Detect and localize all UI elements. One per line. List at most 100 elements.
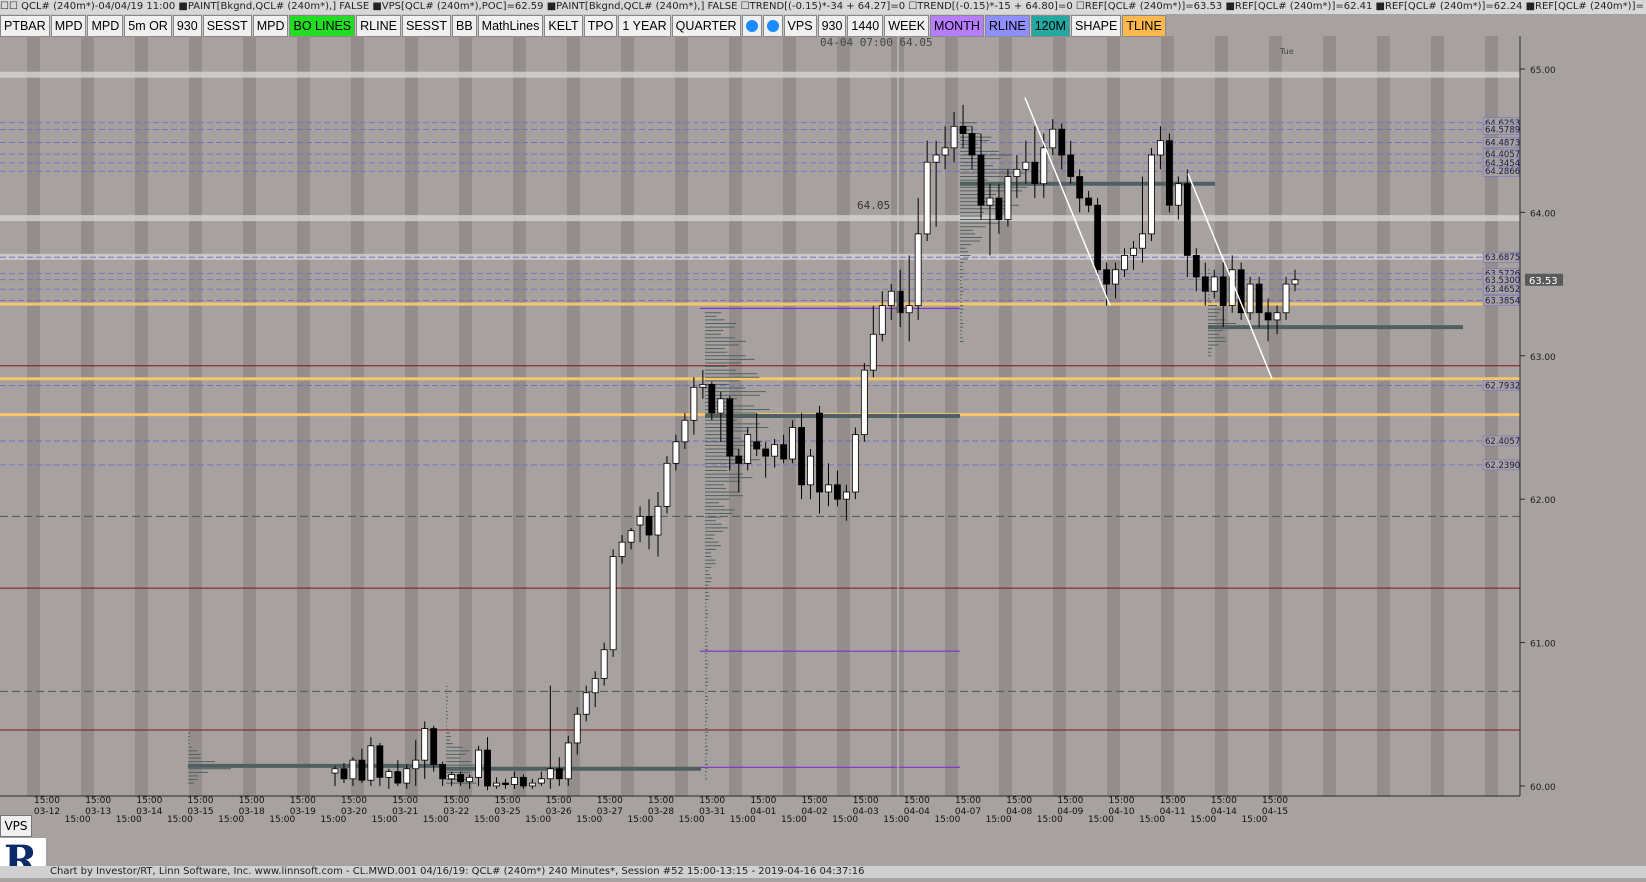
toolbar-button-mpd[interactable]: MPD bbox=[87, 15, 124, 37]
vps-button[interactable]: VPS bbox=[0, 815, 32, 837]
candle-body bbox=[923, 161, 931, 235]
mid-session-time-label: 15:00 bbox=[269, 815, 295, 825]
candle-body bbox=[1273, 312, 1281, 321]
candle-body bbox=[986, 197, 994, 206]
session-time-label: 15:00 bbox=[290, 796, 316, 806]
ref-level-label: 63.6875 bbox=[1485, 253, 1520, 263]
candle-body bbox=[582, 692, 590, 715]
candle-body bbox=[1031, 161, 1039, 185]
candle-body bbox=[331, 768, 339, 774]
candle-body bbox=[367, 745, 375, 781]
toolbar-button-120m[interactable]: 120M bbox=[1030, 15, 1070, 37]
candle-body bbox=[618, 541, 626, 557]
crosshair-readout: 04-04 07:00 64.05 bbox=[820, 36, 933, 49]
toolbar-button-shape[interactable]: SHAPE bbox=[1070, 15, 1122, 37]
candle-body bbox=[1085, 197, 1093, 206]
toolbar-button-930[interactable]: 930 bbox=[172, 15, 202, 37]
candle-body bbox=[708, 384, 716, 414]
toolbar-button-5m-or[interactable]: 5m OR bbox=[124, 15, 172, 37]
toolbar-button-mathlines[interactable]: MathLines bbox=[477, 15, 544, 37]
toolbar-button-tpo[interactable]: TPO bbox=[583, 15, 618, 37]
toolbar-button-tline[interactable]: TLINE bbox=[1122, 15, 1166, 37]
candle-body bbox=[860, 369, 868, 436]
candle-body bbox=[1192, 254, 1200, 278]
candle-body bbox=[959, 125, 967, 134]
mid-session-time-label: 15:00 bbox=[525, 815, 551, 825]
candle-body bbox=[1076, 176, 1084, 199]
toolbar-button-rline[interactable]: RLINE bbox=[984, 15, 1030, 37]
session-time-label: 15:00 bbox=[495, 796, 521, 806]
candle-body bbox=[627, 530, 635, 543]
price-tick-label: 60.00 bbox=[1530, 783, 1556, 793]
toolbar-button-1440[interactable]: 1440 bbox=[847, 15, 884, 37]
candle-body bbox=[1058, 128, 1066, 156]
candle-body bbox=[448, 774, 456, 780]
candle-body bbox=[663, 462, 671, 507]
candle-body bbox=[905, 305, 913, 314]
candle-body bbox=[681, 419, 689, 443]
candle-body bbox=[555, 768, 563, 780]
toolbar-button-1-year[interactable]: 1 YEAR bbox=[618, 15, 671, 37]
candle-body bbox=[1130, 247, 1137, 256]
candle-body bbox=[645, 515, 653, 536]
ref-level-label: 62.2390 bbox=[1485, 461, 1520, 471]
toolbar-button-sesst[interactable]: SESST bbox=[202, 15, 252, 37]
candle-body bbox=[789, 427, 796, 460]
range-band bbox=[0, 71, 1520, 78]
toolbar-button-month[interactable]: MONTH bbox=[930, 15, 984, 37]
toolbar-button-930[interactable]: 930 bbox=[817, 15, 847, 37]
session-time-label: 15:00 bbox=[239, 796, 265, 806]
drop-icon[interactable] bbox=[741, 15, 762, 37]
toolbar-button-kelt[interactable]: KELT bbox=[544, 15, 583, 37]
price-tick-label: 63.00 bbox=[1530, 353, 1556, 363]
toolbar-button-sesst[interactable]: SESST bbox=[401, 15, 451, 37]
price-chart[interactable]: 04-04 07:00 64.05 64.05 65.00 64.00 63.00 62.… bbox=[0, 36, 1646, 866]
candle-body bbox=[537, 778, 545, 784]
mid-session-time-label: 15:00 bbox=[65, 815, 91, 825]
candle-body bbox=[1148, 154, 1155, 235]
session-time-label: 15:00 bbox=[699, 796, 725, 806]
candle-body bbox=[528, 782, 536, 787]
candle-body bbox=[1165, 140, 1173, 206]
session-time-label: 15:00 bbox=[1211, 796, 1237, 806]
session-time-label: 15:00 bbox=[1109, 796, 1135, 806]
candle-body bbox=[1004, 176, 1012, 220]
ref-level-label: 63.3854 bbox=[1485, 297, 1520, 307]
clock-icon[interactable] bbox=[762, 15, 783, 37]
toolbar-button-bo-lines[interactable]: BO LINES bbox=[289, 15, 356, 37]
candle-body bbox=[834, 484, 841, 500]
toolbar-button-mpd[interactable]: MPD bbox=[252, 15, 289, 37]
candle-body bbox=[1103, 269, 1110, 285]
candle-body bbox=[457, 774, 465, 783]
candle-body bbox=[887, 290, 895, 306]
toolbar-button-bb[interactable]: BB bbox=[451, 15, 477, 37]
toolbar-button-mpd[interactable]: MPD bbox=[50, 15, 87, 37]
session-time-label: 15:00 bbox=[341, 796, 367, 806]
mid-session-time-label: 15:00 bbox=[576, 815, 602, 825]
session-time-label: 15:00 bbox=[1262, 796, 1288, 806]
mid-session-time-label: 15:00 bbox=[474, 815, 500, 825]
candle-body bbox=[1094, 204, 1102, 271]
toolbar-button-quarter[interactable]: QUARTER bbox=[671, 15, 741, 37]
ref-level-label: 64.5789 bbox=[1485, 125, 1520, 135]
candle-body bbox=[1291, 279, 1299, 285]
candle-body bbox=[699, 384, 707, 388]
candle-body bbox=[726, 398, 734, 457]
price-tick-label: 65.00 bbox=[1530, 66, 1556, 76]
candle-body bbox=[1067, 154, 1075, 177]
candle-body bbox=[807, 455, 814, 486]
candle-body bbox=[780, 444, 787, 460]
candle-body bbox=[1112, 269, 1119, 285]
candle-body bbox=[1282, 283, 1290, 314]
ref-level-label: 63.4652 bbox=[1485, 285, 1520, 295]
candle-body bbox=[591, 678, 599, 694]
toolbar-button-vps[interactable]: VPS bbox=[783, 15, 817, 37]
toolbar-button-week[interactable]: WEEK bbox=[884, 15, 930, 37]
candle-body bbox=[869, 333, 877, 371]
footer-text: Chart by Investor/RT, Linn Software, Inc… bbox=[50, 866, 865, 877]
toolbar-button-rline[interactable]: RLINE bbox=[356, 15, 401, 37]
session-time-label: 15:00 bbox=[1006, 796, 1032, 806]
toolbar-button-ptbar[interactable]: PTBAR bbox=[0, 15, 50, 37]
candle-body bbox=[1237, 269, 1245, 314]
candle-body bbox=[349, 759, 357, 780]
